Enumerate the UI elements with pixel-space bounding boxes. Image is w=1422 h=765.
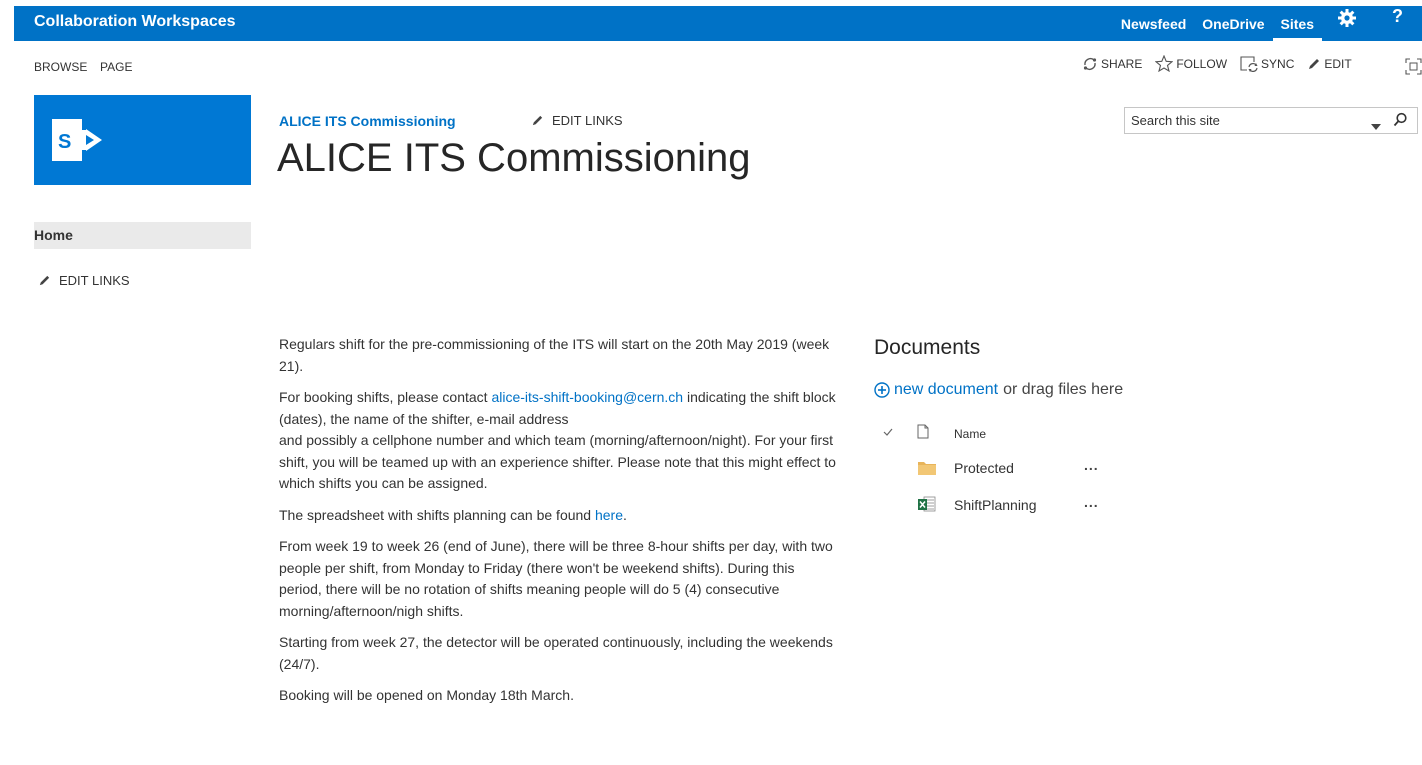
column-header-name[interactable]: Name xyxy=(954,427,986,441)
follow-button[interactable]: FOLLOW xyxy=(1155,55,1227,72)
documents-column-header: Name xyxy=(874,424,1174,448)
more-options-button[interactable]: ... xyxy=(1084,457,1099,473)
share-button[interactable]: SHARE xyxy=(1082,56,1142,72)
help-icon[interactable]: ? xyxy=(1392,6,1403,27)
document-name[interactable]: ShiftPlanning xyxy=(954,497,1037,513)
nav-item-home[interactable]: Home xyxy=(34,222,251,249)
tab-browse[interactable]: BROWSE xyxy=(34,60,87,74)
share-icon xyxy=(1083,57,1097,70)
promoted-actions: SHARE FOLLOW SYNC EDIT xyxy=(1082,55,1365,72)
sharepoint-logo-icon: S xyxy=(52,119,102,161)
header-edit-links-label: EDIT LINKS xyxy=(552,113,623,128)
text: and possibly a cellphone number and whic… xyxy=(279,432,836,491)
new-document-row: new document or drag files here xyxy=(874,381,1123,399)
suite-bar-title[interactable]: Collaboration Workspaces xyxy=(34,13,236,31)
nav-edit-links-label: EDIT LINKS xyxy=(59,273,130,288)
content-paragraph: The spreadsheet with shifts planning can… xyxy=(279,505,839,527)
folder-icon xyxy=(918,459,936,478)
documents-title[interactable]: Documents xyxy=(874,336,1294,360)
suite-links: Newsfeed OneDrive Sites xyxy=(1113,6,1322,41)
document-row[interactable]: ShiftPlanning ... xyxy=(874,494,1174,520)
pencil-icon xyxy=(39,275,50,286)
header-edit-links[interactable]: EDIT LINKS xyxy=(531,113,623,128)
edit-label: EDIT xyxy=(1324,56,1352,71)
svg-text:S: S xyxy=(58,131,71,153)
sync-icon xyxy=(1240,55,1258,72)
edit-button[interactable]: EDIT xyxy=(1307,56,1352,71)
pencil-icon xyxy=(532,115,543,126)
content-paragraph: Regulars shift for the pre-commissioning… xyxy=(279,336,830,374)
spreadsheet-link[interactable]: here xyxy=(595,507,623,523)
document-row[interactable]: Protected ... xyxy=(874,457,1174,483)
suite-bar: Collaboration Workspaces Newsfeed OneDri… xyxy=(14,6,1422,41)
breadcrumb-site[interactable]: ALICE ITS Commissioning xyxy=(279,113,456,129)
chevron-down-icon xyxy=(1371,124,1381,130)
content-paragraph: Starting from week 27, the detector will… xyxy=(279,634,833,672)
documents-webpart: Documents new document or drag files her… xyxy=(874,336,1294,513)
suite-link-newsfeed[interactable]: Newsfeed xyxy=(1113,6,1194,41)
suite-link-onedrive[interactable]: OneDrive xyxy=(1194,6,1272,41)
gear-icon[interactable] xyxy=(1337,8,1357,28)
content-paragraph: From week 19 to week 26 (end of June), t… xyxy=(279,538,833,619)
select-all-check-icon[interactable] xyxy=(883,426,893,440)
focus-content-icon[interactable] xyxy=(1405,58,1422,80)
document-name[interactable]: Protected xyxy=(954,460,1014,476)
more-options-button[interactable]: ... xyxy=(1084,494,1099,510)
suite-link-sites[interactable]: Sites xyxy=(1272,6,1322,41)
nav-item-home-label: Home xyxy=(34,227,73,243)
text: . xyxy=(623,506,627,523)
search-icon[interactable] xyxy=(1393,112,1408,132)
sync-button[interactable]: SYNC xyxy=(1240,55,1295,72)
sync-label: SYNC xyxy=(1261,56,1295,71)
content-paragraph: Booking will be opened on Monday 18th Ma… xyxy=(279,687,574,703)
search-scope-dropdown[interactable] xyxy=(1371,117,1381,135)
content-paragraph: For booking shifts, please contact alice… xyxy=(279,387,839,495)
file-type-icon xyxy=(917,424,929,442)
search-input[interactable] xyxy=(1125,108,1361,133)
star-icon xyxy=(1155,55,1174,72)
page-title: ALICE ITS Commissioning xyxy=(277,136,751,180)
follow-label: FOLLOW xyxy=(1176,56,1228,71)
nav-edit-links[interactable]: EDIT LINKS xyxy=(38,273,130,288)
page-content: Regulars shift for the pre-commissioning… xyxy=(279,334,839,717)
email-link[interactable]: alice-its-shift-booking@cern.ch xyxy=(491,389,683,405)
text: For booking shifts, please contact xyxy=(279,389,492,405)
text: The spreadsheet with shifts planning can… xyxy=(279,506,595,523)
add-icon[interactable] xyxy=(874,382,890,398)
pencil-icon xyxy=(1309,58,1320,69)
excel-file-icon xyxy=(918,496,936,515)
tab-page[interactable]: PAGE xyxy=(100,60,132,74)
ribbon: BROWSE PAGE SHARE FOLLOW SYNC EDIT xyxy=(0,41,1422,91)
site-logo[interactable]: S xyxy=(34,95,251,185)
share-label: SHARE xyxy=(1101,56,1143,71)
drag-files-text: or drag files here xyxy=(1003,381,1124,398)
new-document-link[interactable]: new document xyxy=(894,381,998,399)
